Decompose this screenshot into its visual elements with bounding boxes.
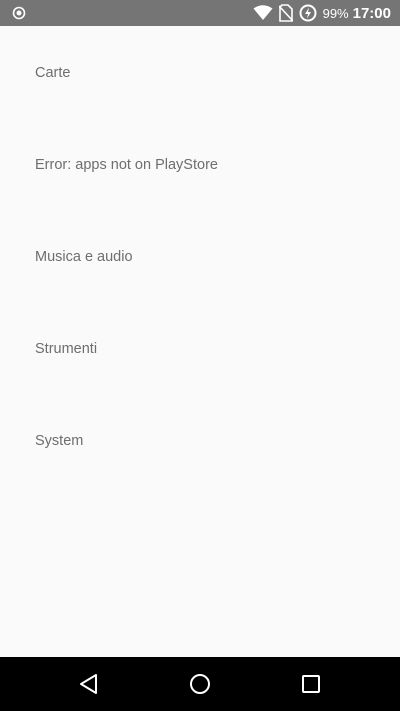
status-icons: 99% 17:00 — [253, 0, 391, 26]
data-saver-icon — [299, 4, 317, 22]
recents-icon[interactable] — [299, 672, 323, 696]
list-item-error-apps[interactable]: Error: apps not on PlayStore — [0, 118, 400, 210]
list-item-strumenti[interactable]: Strumenti — [0, 302, 400, 394]
status-bar: 99% 17:00 — [0, 0, 400, 26]
list-item-system[interactable]: System — [0, 394, 400, 486]
list-item-carte[interactable]: Carte — [0, 26, 400, 118]
battery-percent: 99% — [322, 5, 349, 21]
screen: 99% 17:00 Carte Error: apps not on PlayS… — [0, 0, 400, 711]
back-icon[interactable] — [77, 672, 101, 696]
no-sim-icon — [278, 4, 293, 22]
clock: 17:00 — [352, 4, 391, 22]
navigation-bar — [0, 657, 400, 711]
wifi-icon — [253, 5, 273, 20]
category-list: Carte Error: apps not on PlayStore Music… — [0, 26, 400, 486]
record-icon — [12, 6, 26, 20]
list-item-musica-e-audio[interactable]: Musica e audio — [0, 210, 400, 302]
home-icon[interactable] — [188, 672, 212, 696]
